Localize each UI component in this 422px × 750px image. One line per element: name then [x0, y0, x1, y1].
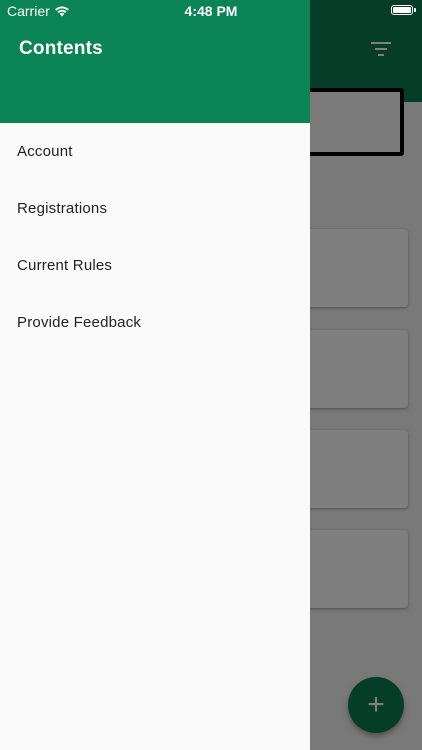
- drawer-item-label: Provide Feedback: [17, 314, 142, 331]
- drawer-item-account[interactable]: Account: [0, 123, 310, 180]
- battery-icon: [391, 5, 416, 15]
- drawer-menu: Account Registrations Current Rules Prov…: [0, 123, 310, 351]
- drawer-item-label: Account: [17, 143, 73, 160]
- drawer-item-registrations[interactable]: Registrations: [0, 180, 310, 237]
- status-bar: Carrier 4:48 PM: [0, 0, 422, 22]
- drawer-title: Contents: [19, 38, 103, 59]
- screen: + Contents Account Registrations Current…: [0, 0, 422, 750]
- drawer-item-label: Registrations: [17, 200, 108, 217]
- drawer-item-provide-feedback[interactable]: Provide Feedback: [0, 294, 310, 351]
- drawer-item-label: Current Rules: [17, 257, 113, 274]
- drawer-item-current-rules[interactable]: Current Rules: [0, 237, 310, 294]
- status-time: 4:48 PM: [184, 3, 238, 19]
- navigation-drawer: Contents Account Registrations Current R…: [0, 0, 310, 750]
